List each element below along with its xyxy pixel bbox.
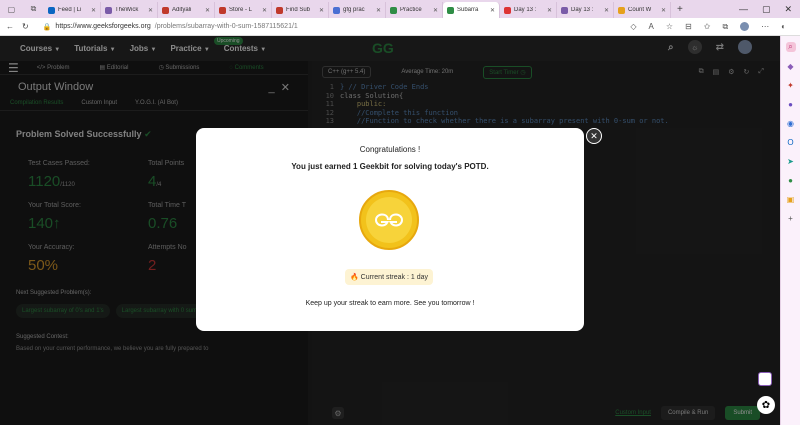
browser-tab[interactable]: Practice ✕ [386, 2, 443, 18]
browser-tab-label: Day 13 : [571, 7, 594, 13]
extension-icon[interactable]: ◇ [630, 22, 636, 31]
tab-favicon [561, 6, 568, 14]
tab-close-icon[interactable]: ✕ [262, 7, 267, 14]
tab-close-icon[interactable]: ✕ [547, 7, 552, 14]
tab-close-icon[interactable]: ✕ [376, 7, 381, 14]
browser-tab-label: Feed | Li [58, 7, 82, 13]
tab-favicon [162, 6, 169, 14]
sidebar-shopping-icon[interactable]: ◆ [786, 61, 796, 71]
sidebar-drop-icon[interactable]: ● [786, 175, 796, 185]
address-bar-actions: ◇ A ☆ ⊟ ✩ ⧉ ⋯ ◐ [630, 22, 794, 32]
modal-subtitle: You just earned 1 Geekbit for solving to… [291, 162, 489, 171]
browser-tab[interactable]: Day 13 : ✕ [500, 2, 557, 18]
tab-close-icon[interactable]: ✕ [148, 7, 153, 14]
floating-action-icon[interactable] [758, 372, 772, 386]
sidebar-outlook-icon[interactable]: O [786, 137, 796, 147]
profile-avatar[interactable] [740, 22, 750, 31]
tab-close-icon[interactable]: ✕ [433, 7, 438, 14]
modal-footer-text: Keep up your streak to earn more. See yo… [305, 300, 475, 307]
sidebar-extension-icon[interactable]: ▣ [786, 194, 796, 204]
tab-favicon [447, 6, 454, 14]
browser-tab[interactable]: Feed | Li ✕ [44, 2, 101, 18]
url-host: https://www.geeksforgeeks.org [55, 23, 151, 30]
browser-tab-strip: ▢ ⧉ Feed | Li ✕ TheWick ✕ Adityali ✕ Store - L… [0, 0, 800, 18]
workspaces-icon[interactable]: ▢ [8, 5, 16, 14]
browser-sidebar: ⌕ ◆ ✦ ● ◉ O ➤ ● ▣ + [780, 36, 800, 425]
browser-tab-label: Adityali [172, 7, 192, 13]
collections-icon[interactable]: ⧉ [722, 22, 728, 32]
browser-strip-controls: ▢ ⧉ [0, 4, 44, 14]
back-icon[interactable]: ← [6, 22, 14, 31]
geekbit-coin-icon [359, 190, 419, 250]
browser-tab[interactable]: Day 13 : ✕ [557, 2, 614, 18]
copilot-icon[interactable]: ◐ [781, 22, 786, 31]
sidebar-send-icon[interactable]: ➤ [786, 156, 796, 166]
sidebar-tools-icon[interactable]: ✦ [786, 80, 796, 90]
tab-favicon [333, 6, 340, 14]
sidebar-games-icon[interactable]: ● [786, 99, 796, 109]
tab-close-icon[interactable]: ✕ [661, 7, 666, 14]
tab-favicon [219, 6, 226, 14]
browser-tabs: Feed | Li ✕ TheWick ✕ Adityali ✕ Store - L ✕ Fin… [44, 0, 671, 18]
url-field[interactable]: 🔒 https://www.geeksforgeeks.org/problems… [43, 23, 298, 31]
browser-tab[interactable]: TheWick ✕ [101, 2, 158, 18]
maximize-icon[interactable]: ▢ [762, 4, 771, 15]
browser-tab[interactable]: Count W ✕ [614, 2, 671, 18]
window-controls: — ▢ ✕ [739, 4, 800, 15]
browser-tab-label: Store - L [229, 7, 253, 13]
browser-tab-label: gfg prac [343, 7, 365, 13]
tab-close-icon[interactable]: ✕ [319, 7, 324, 14]
tab-favicon [504, 6, 511, 14]
tab-favicon [48, 6, 55, 14]
app-root: ▢ ⧉ Feed | Li ✕ TheWick ✕ Adityali ✕ Store - L… [0, 0, 800, 425]
browser-tab[interactable]: Store - L ✕ [215, 2, 272, 18]
browser-tab[interactable]: Subarra ✕ [443, 2, 500, 18]
browser-tab[interactable]: Adityali ✕ [158, 2, 215, 18]
favorite-icon[interactable]: ☆ [666, 22, 673, 31]
sidebar-search-icon[interactable]: ⌕ [785, 42, 796, 52]
browser-tab-label: Count W [628, 7, 652, 13]
browser-tab-label: Subarra [457, 7, 479, 13]
browser-tab-label: Day 13 : [514, 7, 537, 13]
favorites-list-icon[interactable]: ✩ [704, 22, 711, 31]
tab-close-icon[interactable]: ✕ [91, 7, 96, 14]
modal-title: Congratulations ! [359, 145, 421, 154]
coin-inner [366, 197, 412, 243]
browser-tab[interactable]: Find Sub ✕ [272, 2, 329, 18]
modal-close-button[interactable]: ✕ [586, 128, 602, 144]
browser-tab-label: TheWick [115, 7, 139, 13]
tab-actions-icon[interactable]: ⧉ [31, 4, 37, 14]
more-options-icon[interactable]: ⋯ [761, 22, 769, 31]
current-streak-text: Current streak : 1 day [360, 274, 428, 281]
fire-icon: 🔥 [350, 274, 359, 281]
browser-tab-label: Find Sub [286, 7, 311, 13]
sidebar-copilot-icon[interactable]: ◉ [786, 118, 796, 128]
tab-favicon [276, 6, 283, 14]
read-aloud-icon[interactable]: A [649, 22, 654, 31]
browser-tab[interactable]: gfg prac ✕ [329, 2, 386, 18]
minimize-icon[interactable]: — [739, 4, 748, 15]
tab-close-icon[interactable]: ✕ [604, 7, 609, 14]
current-streak-badge: 🔥 Current streak : 1 day [345, 269, 433, 285]
tab-favicon [105, 6, 112, 14]
close-window-icon[interactable]: ✕ [784, 4, 792, 15]
floating-assistant-icon[interactable]: ✿ [757, 396, 775, 414]
reload-icon[interactable]: ↻ [22, 22, 29, 31]
sidebar-add-icon[interactable]: + [786, 213, 796, 223]
lock-icon: 🔒 [42, 23, 52, 31]
tab-close-icon[interactable]: ✕ [205, 7, 210, 14]
new-tab-button[interactable]: + [671, 4, 689, 15]
address-bar: ← ↻ 🔒 https://www.geeksforgeeks.org/prob… [0, 18, 800, 36]
gfg-coin-logo-icon [374, 213, 404, 227]
tab-favicon [390, 6, 397, 14]
tab-favicon [618, 6, 625, 14]
geekbit-modal: Congratulations ! You just earned 1 Geek… [196, 128, 584, 331]
split-screen-icon[interactable]: ⊟ [685, 22, 692, 31]
url-path: /problems/subarray-with-0-sum-1587115621… [154, 23, 298, 30]
browser-tab-label: Practice [400, 7, 422, 13]
tab-close-icon[interactable]: ✕ [490, 7, 495, 14]
